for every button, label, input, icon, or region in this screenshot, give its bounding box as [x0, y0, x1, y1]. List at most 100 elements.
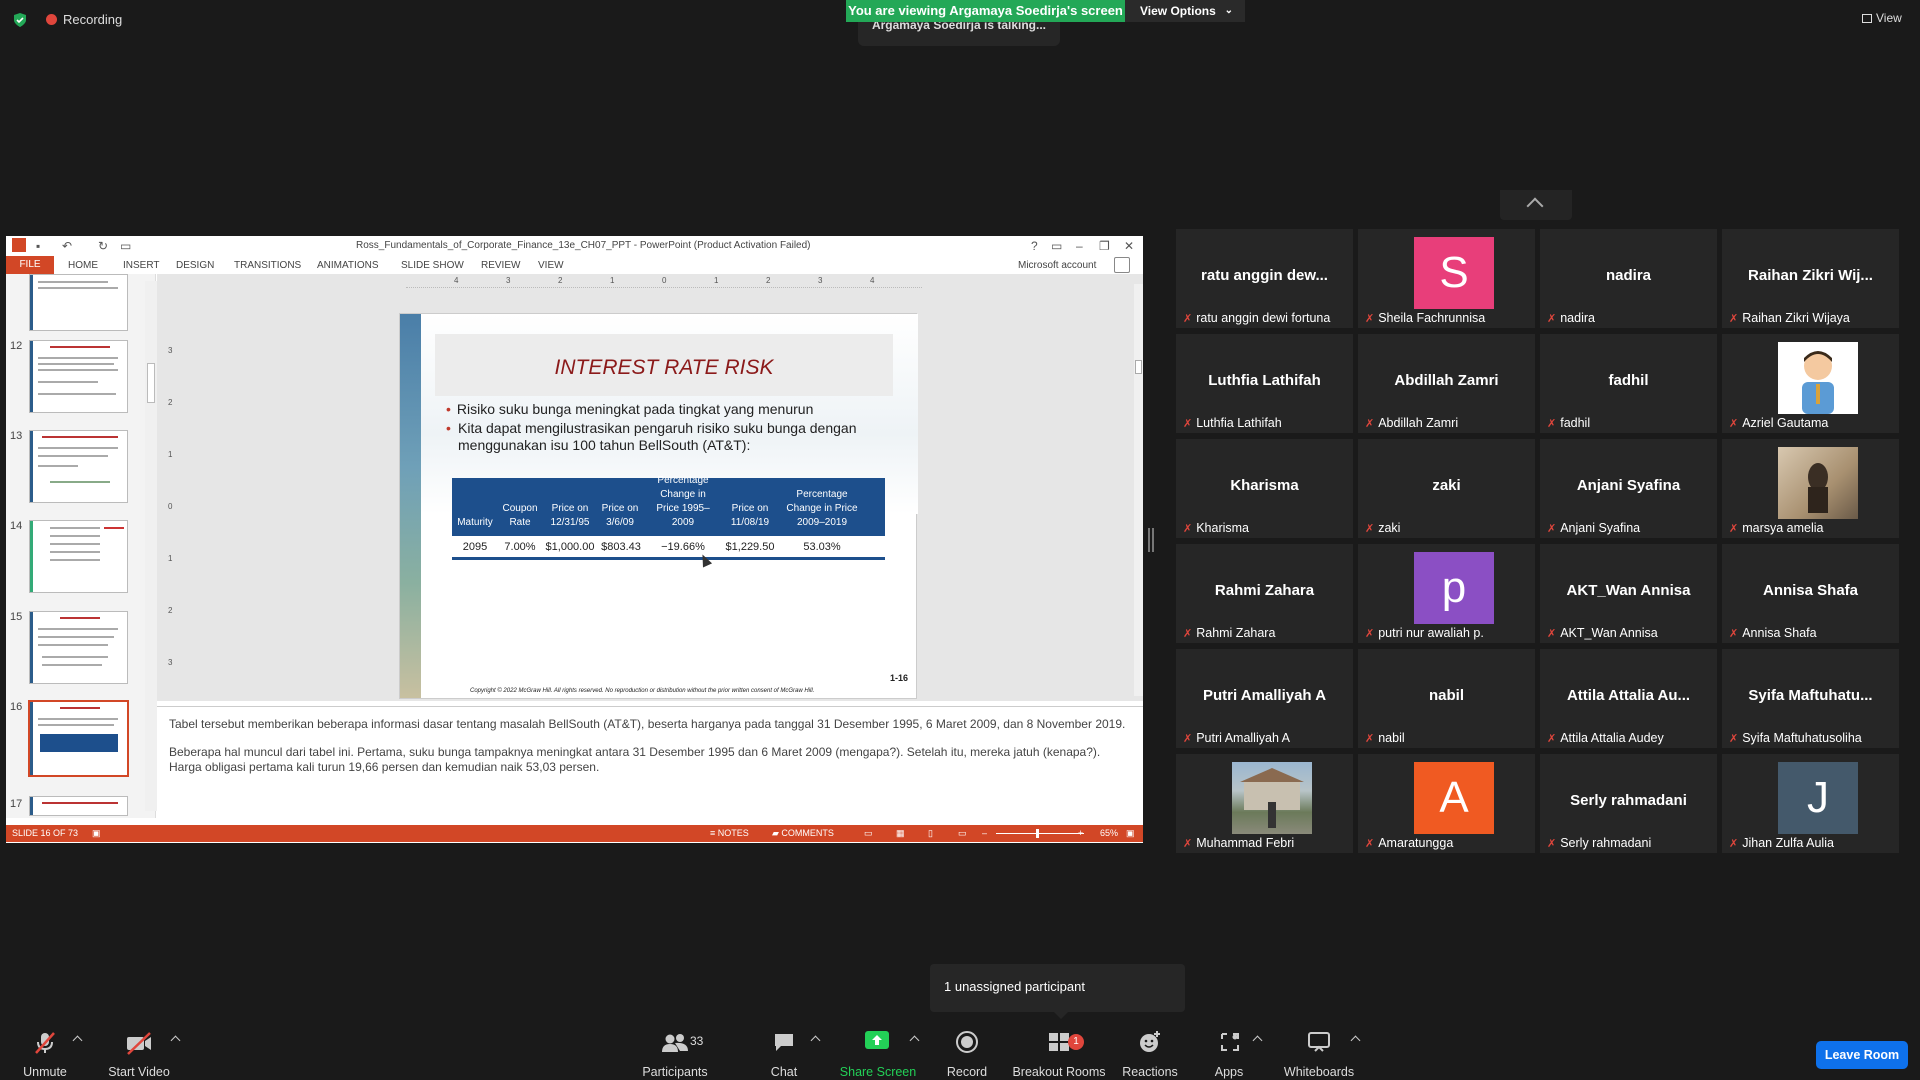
- bond-price-table[interactable]: Maturity Coupon Rate Price on 12/31/95 P…: [452, 475, 885, 562]
- audio-options-caret-icon[interactable]: [72, 1035, 83, 1046]
- participant-tile[interactable]: Luthfia Lathifah ✗ Luthfia Lathifah: [1176, 334, 1353, 433]
- participant-tile[interactable]: Rahmi Zahara ✗ Rahmi Zahara: [1176, 544, 1353, 643]
- minimize-icon[interactable]: –: [1076, 239, 1083, 253]
- participant-tile[interactable]: Serly rahmadani ✗ Serly rahmadani: [1540, 754, 1717, 853]
- slide-thumbnail[interactable]: [29, 274, 128, 331]
- tab-file[interactable]: FILE: [6, 256, 54, 274]
- participant-tile[interactable]: fadhil ✗ fadhil: [1540, 334, 1717, 433]
- breakout-rooms-button[interactable]: Breakout Rooms: [1012, 1065, 1106, 1079]
- zoom-slider[interactable]: [996, 833, 1084, 834]
- tab-slide-show[interactable]: SLIDE SHOW: [401, 260, 464, 271]
- slide-thumbnail[interactable]: [29, 611, 128, 684]
- redo-icon[interactable]: ↻: [98, 239, 108, 253]
- recording-label[interactable]: Recording: [63, 12, 122, 27]
- microsoft-account[interactable]: Microsoft account: [1018, 260, 1096, 271]
- undo-icon[interactable]: ↶: [62, 239, 72, 253]
- participant-tile[interactable]: Anjani Syafina ✗ Anjani Syafina: [1540, 439, 1717, 538]
- participant-tile[interactable]: ratu anggin dew... ✗ ratu anggin dewi fort…: [1176, 229, 1353, 328]
- apps-options-caret-icon[interactable]: [1252, 1035, 1263, 1046]
- video-options-caret-icon[interactable]: [170, 1035, 181, 1046]
- record-icon[interactable]: [955, 1030, 979, 1054]
- participant-tile[interactable]: Annisa Shafa ✗ Annisa Shafa: [1722, 544, 1899, 643]
- slide-thumbnail[interactable]: [29, 340, 128, 413]
- slide-canvas[interactable]: INTEREST RATE RISK • Risiko suku bunga me…: [399, 313, 918, 699]
- fit-slide-icon[interactable]: ▣: [1126, 828, 1135, 839]
- shared-screen-powerpoint[interactable]: ▪ ↶ ↻ ▭ Ross_Fundamentals_of_Corporate_F…: [6, 236, 1143, 843]
- participant-tile[interactable]: Abdillah Zamri ✗ Abdillah Zamri: [1358, 334, 1535, 433]
- participant-tile[interactable]: ✗ Azriel Gautama: [1722, 334, 1899, 433]
- reactions-icon[interactable]: [1138, 1030, 1162, 1054]
- participant-tile[interactable]: p ✗ putri nur awaliah p.: [1358, 544, 1535, 643]
- share-options-caret-icon[interactable]: [909, 1035, 920, 1046]
- slide-thumbnail[interactable]: [29, 430, 128, 503]
- shield-icon[interactable]: [12, 12, 28, 28]
- tab-home[interactable]: HOME: [68, 260, 98, 271]
- notes-button[interactable]: ≡ NOTES: [710, 828, 749, 838]
- slide-title[interactable]: INTEREST RATE RISK: [435, 356, 893, 380]
- speaker-notes[interactable]: Tabel tersebut memberikan beberapa infor…: [157, 706, 1143, 818]
- start-slideshow-icon[interactable]: ▭: [120, 239, 131, 253]
- view-button[interactable]: View: [1862, 11, 1902, 25]
- comments-button[interactable]: ▰ COMMENTS: [772, 828, 834, 839]
- slide-scrollbar[interactable]: [1134, 284, 1143, 696]
- share-screen-button[interactable]: Share Screen: [838, 1065, 918, 1079]
- participant-tile[interactable]: Raihan Zikri Wij... ✗ Raihan Zikri Wijaya: [1722, 229, 1899, 328]
- participant-tile[interactable]: J ✗ Jihan Zulfa Aulia: [1722, 754, 1899, 853]
- zoom-slider-thumb[interactable]: [1036, 829, 1039, 838]
- tab-design[interactable]: DESIGN: [176, 260, 214, 271]
- share-screen-icon[interactable]: [864, 1030, 890, 1052]
- slide-thumbnail-selected[interactable]: [28, 700, 129, 777]
- unmute-button[interactable]: Unmute: [22, 1065, 68, 1079]
- tab-transitions[interactable]: TRANSITIONS: [234, 260, 301, 271]
- apps-icon[interactable]: [1218, 1030, 1242, 1054]
- thumbnail-scrollbar[interactable]: [145, 281, 157, 811]
- slide-bullet[interactable]: • Risiko suku bunga meningkat pada tingka…: [446, 401, 906, 418]
- slide-thumbnail[interactable]: [29, 520, 128, 593]
- tab-view[interactable]: VIEW: [538, 260, 564, 271]
- save-icon[interactable]: ▪: [36, 239, 40, 253]
- chat-icon[interactable]: [772, 1030, 796, 1054]
- slide-sorter-icon[interactable]: ▦: [896, 828, 905, 839]
- spellcheck-icon[interactable]: ▣: [92, 828, 101, 839]
- zoom-level[interactable]: 65%: [1100, 828, 1118, 838]
- help-icon[interactable]: ?: [1031, 239, 1038, 253]
- close-icon[interactable]: ✕: [1124, 239, 1134, 253]
- participants-button[interactable]: Participants: [640, 1065, 710, 1079]
- apps-button[interactable]: Apps: [1208, 1065, 1250, 1079]
- leave-room-button[interactable]: Leave Room: [1816, 1041, 1908, 1069]
- mic-muted-icon[interactable]: [32, 1030, 58, 1056]
- participant-tile[interactable]: Syifa Maftuhatu... ✗ Syifa Maftuhatusoliha: [1722, 649, 1899, 748]
- participant-tile[interactable]: A ✗ Amaratungga: [1358, 754, 1535, 853]
- reading-view-icon[interactable]: ▯: [928, 828, 933, 839]
- collapse-gallery-button[interactable]: [1500, 190, 1572, 220]
- tab-animations[interactable]: ANIMATIONS: [317, 260, 378, 271]
- participant-tile[interactable]: zaki ✗ zaki: [1358, 439, 1535, 538]
- participant-tile[interactable]: ✗ marsya amelia: [1722, 439, 1899, 538]
- resize-handle[interactable]: [1148, 528, 1150, 552]
- participant-tile[interactable]: nadira ✗ nadira: [1540, 229, 1717, 328]
- participant-tile[interactable]: Kharisma ✗ Kharisma: [1176, 439, 1353, 538]
- slide-thumbnail[interactable]: [29, 796, 128, 816]
- view-options-button[interactable]: View Options ⌄: [1125, 0, 1245, 22]
- start-video-button[interactable]: Start Video: [103, 1065, 175, 1079]
- record-button[interactable]: Record: [942, 1065, 992, 1079]
- participant-tile[interactable]: Putri Amalliyah A ✗ Putri Amalliyah A: [1176, 649, 1353, 748]
- participant-tile[interactable]: Attila Attalia Au... ✗ Attila Attalia Aude…: [1540, 649, 1717, 748]
- chat-button[interactable]: Chat: [764, 1065, 804, 1079]
- zoom-in-icon[interactable]: +: [1078, 828, 1083, 838]
- user-avatar-icon[interactable]: [1114, 257, 1130, 273]
- whiteboard-options-caret-icon[interactable]: [1350, 1035, 1361, 1046]
- normal-view-icon[interactable]: ▭: [864, 828, 873, 839]
- restore-icon[interactable]: ❐: [1099, 239, 1110, 253]
- whiteboard-icon[interactable]: [1307, 1030, 1331, 1054]
- tab-review[interactable]: REVIEW: [481, 260, 520, 271]
- chat-options-caret-icon[interactable]: [810, 1035, 821, 1046]
- participant-tile[interactable]: AKT_Wan Annisa ✗ AKT_Wan Annisa: [1540, 544, 1717, 643]
- slide-bullet[interactable]: • Kita dapat mengilustrasikan pengaruh ri…: [446, 420, 906, 454]
- ribbon-display-icon[interactable]: ▭: [1051, 239, 1062, 253]
- slideshow-view-icon[interactable]: ▭: [958, 828, 967, 839]
- whiteboards-button[interactable]: Whiteboards: [1280, 1065, 1358, 1079]
- participant-tile[interactable]: nabil ✗ nabil: [1358, 649, 1535, 748]
- video-off-icon[interactable]: [124, 1030, 154, 1056]
- reactions-button[interactable]: Reactions: [1120, 1065, 1180, 1079]
